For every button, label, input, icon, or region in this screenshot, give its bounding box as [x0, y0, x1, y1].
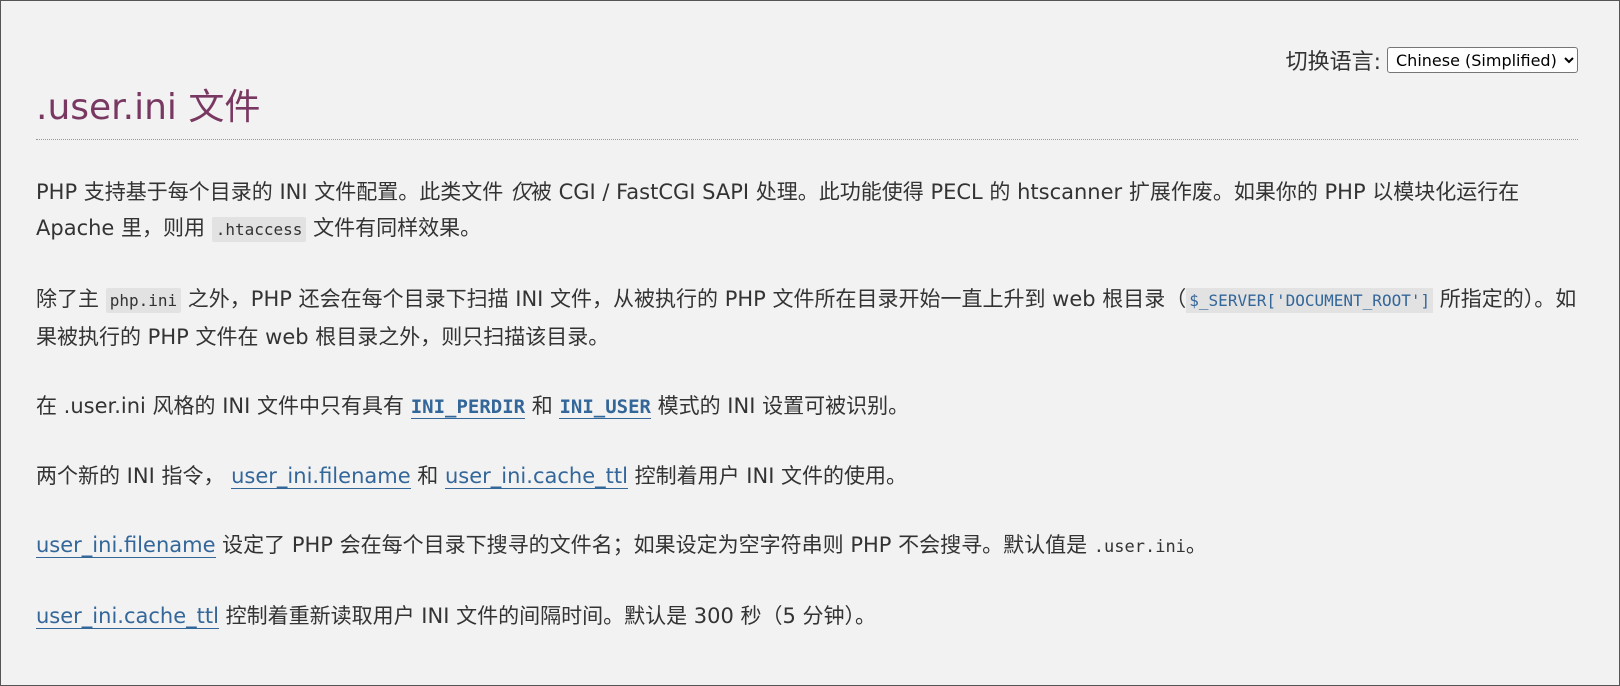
language-switcher: 切换语言: Chinese (Simplified)	[1286, 44, 1578, 76]
paragraph-intro: PHP 支持基于每个目录的 INI 文件配置。此类文件 仅被 CGI / Fas…	[36, 180, 1520, 242]
user-ini-filename-link-2[interactable]: user_ini.filename	[36, 533, 216, 558]
user-ini-cache-ttl-link-2[interactable]: user_ini.cache_ttl	[36, 604, 219, 629]
language-label: 切换语言:	[1285, 50, 1381, 75]
htaccess-code: .htaccess	[211, 217, 307, 242]
emphasis-only: 仅	[509, 180, 531, 204]
ini-perdir-link[interactable]: INI_PERDIR	[410, 396, 526, 419]
user-ini-cache-ttl-link[interactable]: user_ini.cache_ttl	[444, 464, 628, 489]
main-content: .user.ini 文件 PHP 支持基于每个目录的 INI 文件配置。此类文件…	[36, 80, 1578, 634]
paragraph-scan: 除了主 php.ini 之外，PHP 还会在每个目录下扫描 INI 文件，从被执…	[36, 287, 1577, 349]
paragraph-cache-ttl: user_ini.cache_ttl 控制着重新读取用户 INI 文件的间隔时间…	[36, 604, 877, 629]
language-select[interactable]: Chinese (Simplified)	[1387, 47, 1578, 73]
ini-user-link[interactable]: INI_USER	[559, 396, 651, 419]
paragraph-directives: 两个新的 INI 指令， user_ini.filename 和 user_in…	[36, 464, 908, 489]
user-ini-filename-link[interactable]: user_ini.filename	[231, 464, 411, 489]
document-root-link[interactable]: $_SERVER['DOCUMENT_ROOT']	[1186, 287, 1434, 313]
user-ini-default-code: .user.ini	[1093, 537, 1186, 557]
paragraph-filename: user_ini.filename 设定了 PHP 会在每个目录下搜寻的文件名；…	[36, 533, 1207, 558]
php-ini-code: php.ini	[105, 288, 182, 313]
paragraph-modes: 在 .user.ini 风格的 INI 文件中只有具有 INI_PERDIR 和…	[36, 394, 910, 419]
page-title: .user.ini 文件	[36, 80, 1578, 140]
